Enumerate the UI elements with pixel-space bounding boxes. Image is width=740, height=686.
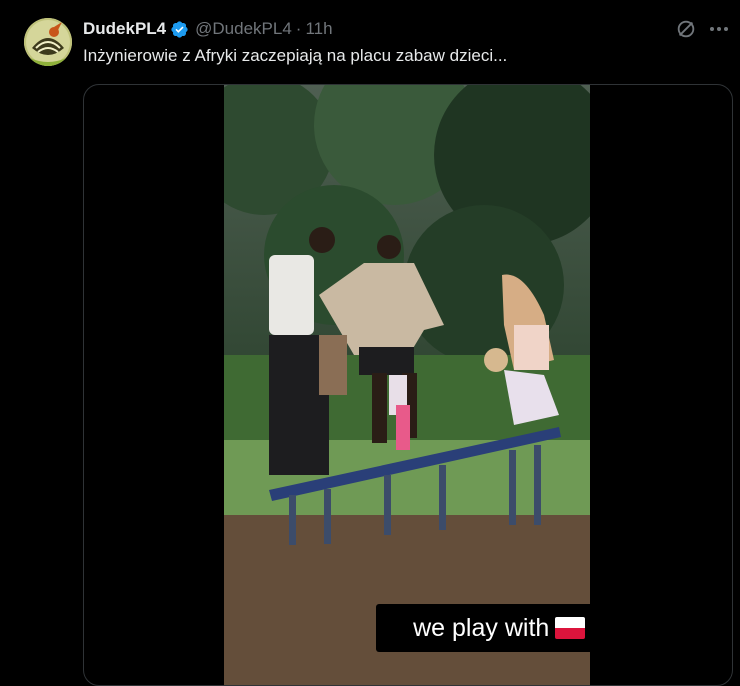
more-icon[interactable] [707,19,731,39]
tweet-header: DudekPL4 @DudekPL4 · 11h [83,18,333,40]
separator-dot: · [295,19,302,38]
tweet-text: Inżynierowie z Afryki zaczepiają na plac… [83,46,508,65]
media-container[interactable]: we play with children [83,84,733,686]
grok-icon[interactable] [675,18,697,40]
verified-badge-icon[interactable] [170,20,189,39]
display-name[interactable]: DudekPL4 [83,19,166,39]
user-handle[interactable]: @DudekPL4 [195,19,292,39]
video-player[interactable]: we play with children [224,85,590,685]
caption-text-before: we play with [413,613,550,642]
video-frame [224,85,590,685]
video-caption: we play with children [376,604,590,652]
avatar[interactable] [24,18,72,66]
poland-flag-icon [555,617,586,639]
avatar-image [24,18,72,66]
timestamp[interactable]: 11h [305,19,332,39]
